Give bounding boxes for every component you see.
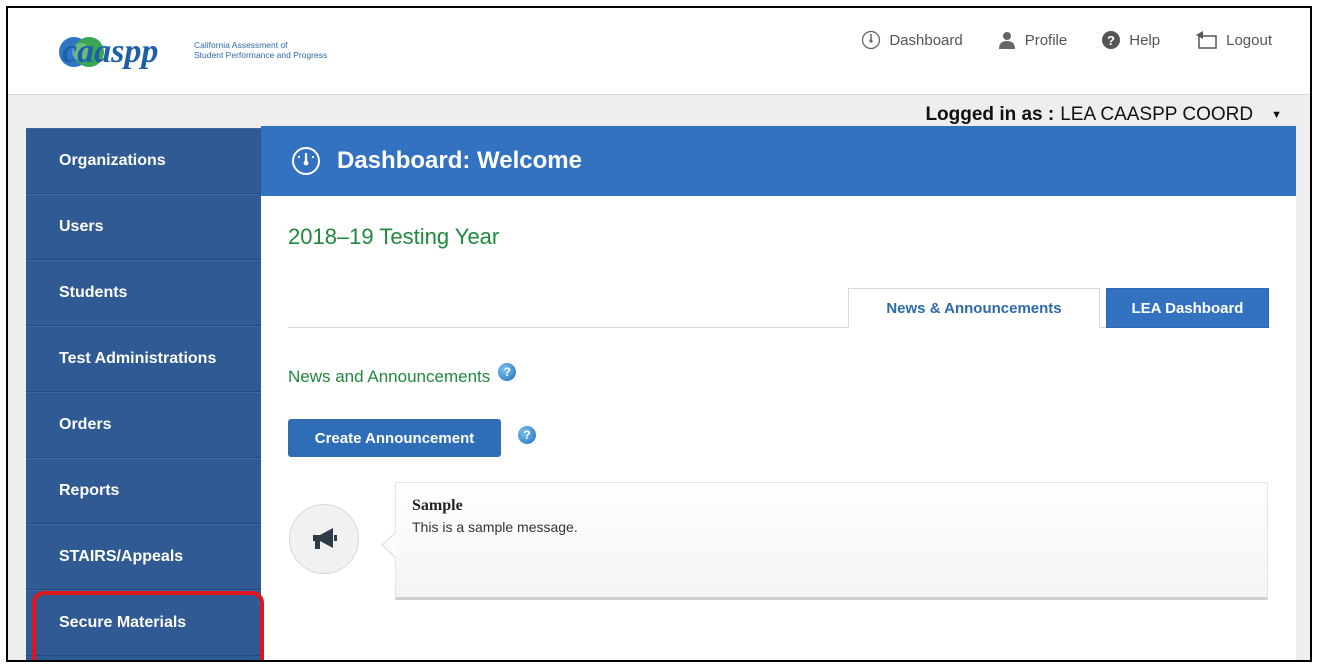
app-window: caaspp California Assessment of Student … [6,6,1312,662]
help-question-icon: ? [1102,31,1121,49]
sidebar-item-label: Students [59,284,128,301]
sidebar-item-secure-materials[interactable]: Secure Materials [26,590,261,656]
sidebar-item-organizations[interactable]: Organizations [26,128,261,194]
svg-text:caaspp: caaspp [62,33,158,70]
announcement-card: Sample This is a sample message. [395,482,1268,600]
caaspp-logo-mark: caaspp [59,33,158,70]
logout-door-icon [1196,31,1217,49]
create-announcement-button[interactable]: Create Announcement [288,419,501,457]
testing-year: 2018–19 Testing Year [288,224,500,249]
sidebar-item-label: Reports [59,482,120,499]
user-menu[interactable]: Logged in as : LEA CAASPP COORD ▼ [925,104,1282,126]
page-title: Dashboard: Welcome [337,147,582,174]
section-title-text: News and Announcements [288,367,491,386]
logo-tagline: California Assessment of Student Perform… [194,40,327,60]
page-banner: Dashboard: Welcome [261,126,1296,196]
tab-news-announcements[interactable]: News & Announcements [848,288,1100,328]
announcement-avatar [289,504,359,574]
sidebar-item-label: Test Administrations [59,350,217,367]
nav-profile-label: Profile [1024,31,1068,49]
sidebar-item-label: Secure Materials [59,614,187,631]
logo-tagline-line2: Student Performance and Progress [194,50,328,60]
top-nav: Dashboard Profile ? Help Logout [827,30,1272,50]
sidebar-item-test-administrations[interactable]: Test Administrations [26,326,261,392]
logo-tagline-line1: California Assessment of [194,40,288,50]
sidebar-item-label: Orders [59,416,112,433]
nav-dashboard-label: Dashboard [889,31,963,49]
help-icon[interactable]: ? [498,363,517,381]
sidebar-item-reports[interactable]: Reports [26,458,261,524]
sidebar-nav: Organizations Users Students Test Admini… [26,128,261,660]
nav-logout-label: Logout [1226,31,1272,49]
top-header: caaspp California Assessment of Student … [8,8,1310,95]
tab-label: News & Announcements [886,299,1062,317]
megaphone-icon [313,528,337,549]
nav-help[interactable]: ? Help [1101,30,1160,50]
tab-lea-dashboard[interactable]: LEA Dashboard [1106,288,1269,328]
announcement-pointer-fill [383,532,397,558]
sidebar-item-label: Organizations [59,152,166,169]
user-role: LEA CAASPP COORD [1060,104,1254,125]
sidebar-item-orders[interactable]: Orders [26,392,261,458]
nav-help-label: Help [1129,31,1161,49]
dashboard-gauge-icon [862,30,881,50]
sidebar-item-label: STAIRS/Appeals [59,548,184,565]
announcement-body: This is a sample message. [412,519,578,535]
dashboard-gauge-icon [292,147,320,175]
sidebar-item-label: Users [59,218,104,235]
section-title: News and Announcements ? [288,363,517,387]
announcement-title: Sample [412,497,463,514]
sidebar-item-stairs-appeals[interactable]: STAIRS/Appeals [26,524,261,590]
profile-person-icon [998,32,1015,49]
nav-profile[interactable]: Profile [997,30,1068,50]
caaspp-logo[interactable]: caaspp California Assessment of Student … [52,22,327,78]
svg-text:?: ? [1107,33,1115,48]
logged-in-label: Logged in as : [925,104,1055,125]
tab-label: LEA Dashboard [1131,299,1244,317]
help-icon[interactable]: ? [518,426,536,444]
nav-dashboard[interactable]: Dashboard [861,30,963,50]
main-content: Dashboard: Welcome 2018–19 Testing Year … [261,126,1296,660]
nav-logout[interactable]: Logout [1194,30,1272,50]
chevron-down-icon[interactable]: ▼ [1271,109,1282,121]
sidebar-item-users[interactable]: Users [26,194,261,260]
sidebar-item-students[interactable]: Students [26,260,261,326]
